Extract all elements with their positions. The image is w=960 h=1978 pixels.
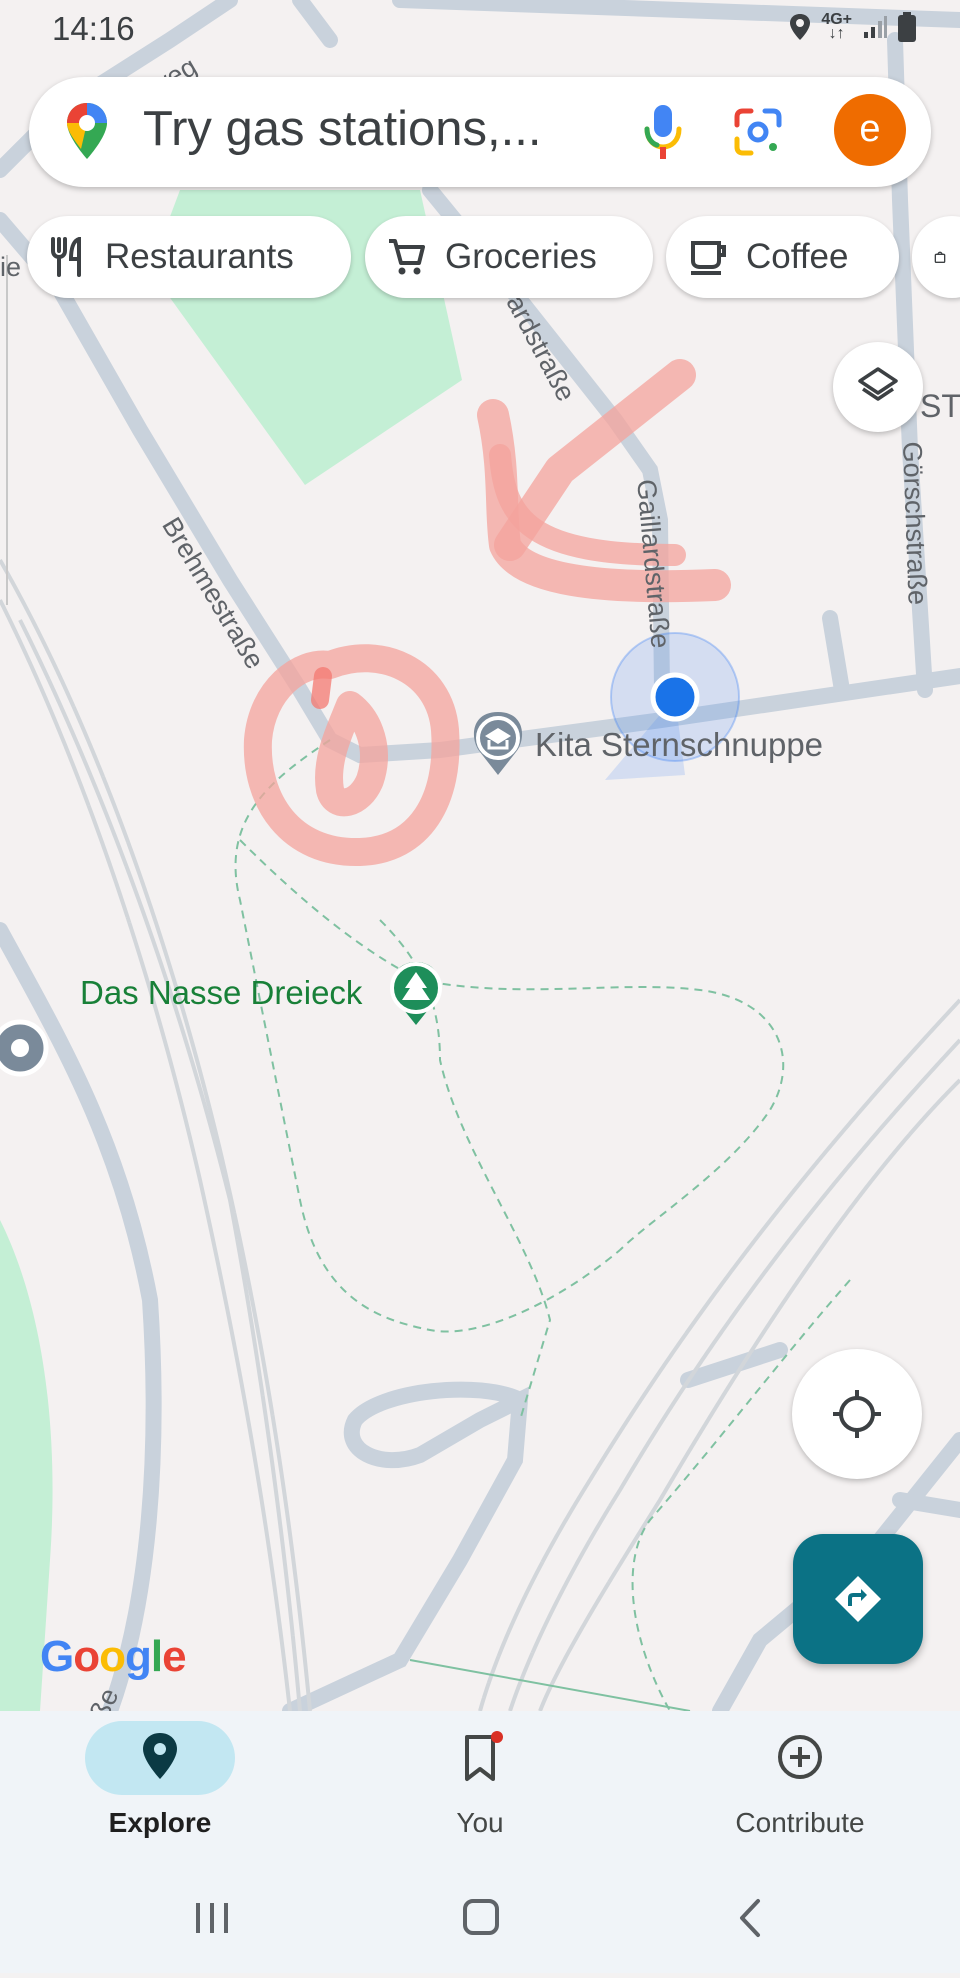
google-maps-pin-icon (67, 103, 107, 159)
nav-explore[interactable]: Explore (40, 1711, 280, 1863)
google-lens-icon[interactable] (733, 107, 783, 157)
status-time: 14:16 (52, 10, 135, 47)
recent-apps-icon[interactable] (196, 1903, 228, 1933)
directions-button[interactable] (793, 1534, 923, 1664)
park-poi-icon (390, 962, 442, 1025)
shopping-bag-icon (934, 251, 946, 264)
coffee-cup-icon (691, 241, 726, 275)
chip-label: Restaurants (105, 237, 294, 276)
park-poi-label[interactable]: Das Nasse Dreieck (80, 974, 362, 1012)
status-bar: 14:16 4G+ ↓↑ (0, 0, 960, 60)
nav-label: Contribute (735, 1807, 865, 1838)
street-label-goersch: Görschstraße (897, 441, 933, 606)
street-label-right-partial: ST (920, 388, 960, 424)
battery-icon (898, 12, 916, 42)
chip-groceries[interactable]: Groceries (365, 216, 653, 298)
layers-icon (858, 367, 898, 401)
status-icons: 4G+ ↓↑ (789, 12, 916, 42)
google-logo: Google (40, 1632, 187, 1682)
kita-poi-label[interactable]: Kita Sternschnuppe (535, 726, 823, 764)
network-type-label: 4G+ (821, 11, 852, 28)
chip-restaurants[interactable]: Restaurants (27, 216, 351, 298)
left-poi-icon (0, 1019, 49, 1077)
location-status-icon (790, 14, 811, 40)
nav-contribute[interactable]: Contribute (680, 1711, 920, 1863)
crosshair-icon (833, 1390, 881, 1438)
network-type: 4G+ ↓↑ (821, 11, 852, 42)
back-icon[interactable] (740, 1899, 760, 1937)
system-navigation-bar (0, 1863, 960, 1973)
kita-poi-icon (473, 712, 523, 775)
account-avatar[interactable]: e (834, 94, 906, 166)
signal-icon (864, 16, 887, 38)
directions-icon (835, 1576, 881, 1622)
my-location-button[interactable] (792, 1349, 922, 1479)
search-bar[interactable]: Try gas stations,... e (29, 77, 931, 187)
nav-label: You (456, 1807, 504, 1838)
home-icon[interactable] (463, 1899, 499, 1935)
chip-label: Groceries (445, 237, 597, 276)
street-label-top-left: ie (0, 252, 22, 282)
chip-label: Coffee (746, 237, 849, 276)
explore-pin-icon (143, 1733, 177, 1779)
logo-letter: e (162, 1632, 187, 1681)
add-circle-icon (778, 1735, 822, 1779)
bottom-navigation: Explore You Contribute (0, 1711, 960, 1863)
microphone-icon[interactable] (641, 103, 685, 161)
fork-knife-icon (51, 237, 81, 277)
nav-you[interactable]: You (360, 1711, 600, 1863)
search-placeholder[interactable]: Try gas stations,... (143, 101, 541, 157)
layers-button[interactable] (833, 342, 923, 432)
bookmark-icon (465, 1731, 503, 1781)
chip-coffee[interactable]: Coffee (666, 216, 899, 298)
logo-letter: o (73, 1632, 100, 1681)
logo-letter: g (125, 1632, 152, 1681)
logo-letter: G (40, 1632, 74, 1681)
nav-label: Explore (108, 1807, 212, 1838)
cart-icon (389, 239, 425, 275)
logo-letter: o (99, 1632, 126, 1681)
logo-letter: l (150, 1632, 163, 1681)
